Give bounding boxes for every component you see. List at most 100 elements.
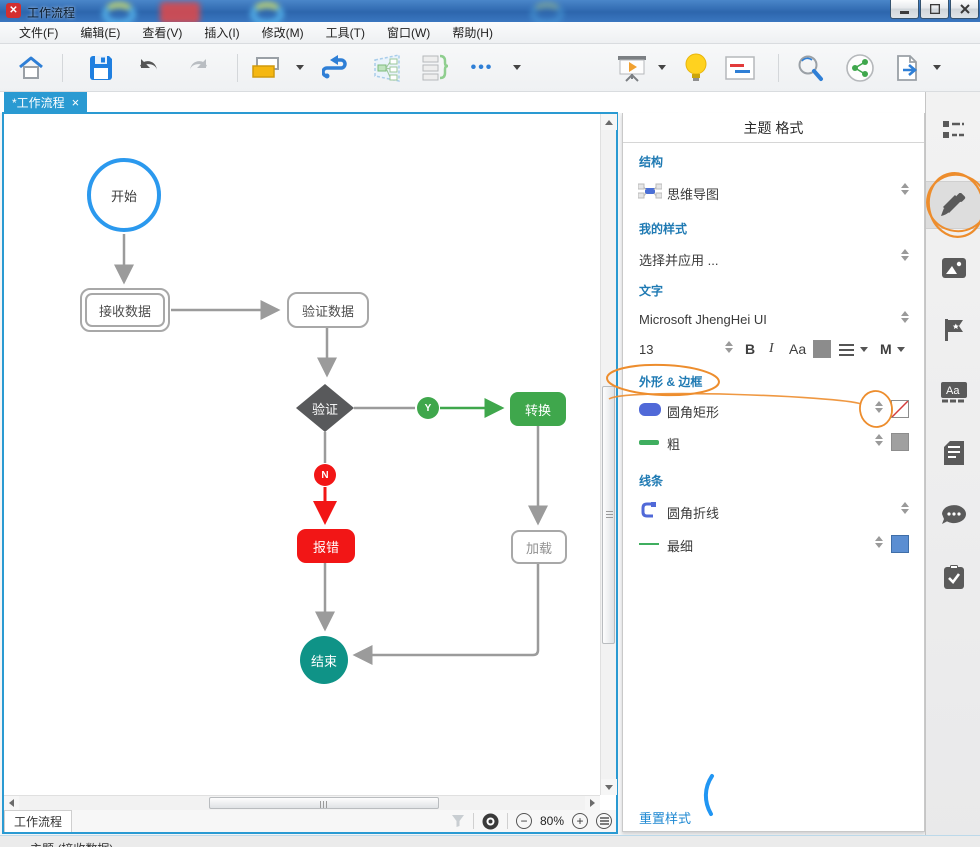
filter-icon[interactable] [451, 814, 465, 828]
align-icon[interactable] [839, 344, 854, 356]
font-name-spinner[interactable] [899, 309, 910, 325]
redo-icon[interactable] [183, 52, 215, 84]
toolbar-separator [778, 54, 779, 82]
edge-label-yes[interactable]: Y [417, 397, 439, 419]
edge-label-text: N [321, 470, 328, 481]
visibility-eye-icon[interactable] [482, 813, 499, 830]
my-styles-value[interactable]: 选择并应用 ... [639, 250, 718, 269]
close-button[interactable] [950, 0, 979, 19]
menu-help[interactable]: 帮助(H) [441, 21, 504, 44]
share-icon[interactable] [844, 52, 876, 84]
shape-value[interactable]: 圆角矩形 [667, 402, 719, 421]
menu-view[interactable]: 查看(V) [131, 21, 193, 44]
save-icon[interactable] [85, 52, 117, 84]
menu-edit[interactable]: 编辑(E) [69, 21, 131, 44]
bold-button[interactable]: B [745, 341, 755, 357]
export-caret[interactable] [933, 65, 941, 70]
line-width-value[interactable]: 最细 [667, 536, 693, 555]
tab-workflow[interactable]: *工作流程 × [4, 92, 87, 113]
flow-node-receive-data[interactable]: 接收数据 [80, 288, 170, 332]
font-case-button[interactable]: Aa [789, 341, 806, 357]
flow-node-load[interactable]: 加载 [511, 530, 567, 564]
shape-spinner[interactable] [873, 399, 884, 415]
zoom-out-button[interactable]: − [516, 813, 532, 829]
sheet-tab-workflow[interactable]: 工作流程 [4, 810, 72, 832]
horizontal-scrollbar[interactable] [4, 795, 600, 810]
structure-spinner[interactable] [899, 181, 910, 197]
sidebar-comments-button[interactable] [926, 491, 980, 539]
document-tab-row: *工作流程 × [0, 92, 980, 113]
presentation-caret[interactable] [658, 65, 666, 70]
vertical-scroll-thumb[interactable] [602, 386, 615, 644]
scroll-right-icon[interactable] [585, 796, 600, 810]
zoom-search-icon[interactable] [794, 52, 826, 84]
my-styles-spinner[interactable] [899, 247, 910, 263]
home-icon[interactable] [15, 52, 47, 84]
zoom-in-button[interactable]: + [572, 813, 588, 829]
menu-insert[interactable]: 插入(I) [193, 21, 250, 44]
font-size-spinner[interactable] [723, 339, 734, 355]
more-icon[interactable]: ••• [466, 52, 498, 84]
diagram-canvas[interactable]: 开始 接收数据 验证数据 验证 转换 报错 加载 结束 Y N 工作 [2, 112, 618, 834]
font-size-value[interactable]: 13 [639, 342, 653, 357]
scroll-down-icon[interactable] [601, 779, 617, 795]
no-fill-swatch[interactable] [891, 400, 909, 418]
line-type-value[interactable]: 圆角折线 [667, 503, 719, 522]
line-type-spinner[interactable] [899, 500, 910, 516]
topic-shape-icon[interactable] [251, 52, 283, 84]
menu-window[interactable]: 窗口(W) [376, 21, 441, 44]
sidebar-outline-button[interactable] [926, 106, 980, 154]
sidebar-label-button[interactable]: Aa [926, 369, 980, 417]
font-color-swatch[interactable] [813, 340, 831, 358]
canvas-menu-button[interactable] [596, 813, 612, 829]
tab-close-icon[interactable]: × [72, 95, 80, 110]
edge-label-no[interactable]: N [314, 464, 336, 486]
sidebar-marker-button[interactable] [926, 306, 980, 354]
boundary-icon[interactable] [371, 52, 403, 84]
sidebar-format-brush-button[interactable] [926, 181, 980, 229]
scroll-left-icon[interactable] [4, 796, 19, 810]
flow-node-end[interactable]: 结束 [300, 636, 348, 684]
flow-node-convert[interactable]: 转换 [510, 392, 566, 426]
flow-node-start[interactable]: 开始 [87, 158, 161, 232]
menu-file[interactable]: 文件(F) [8, 21, 69, 44]
presentation-icon[interactable] [616, 52, 648, 84]
more-caret[interactable] [513, 65, 521, 70]
minimize-button[interactable] [890, 0, 919, 19]
horizontal-scroll-thumb[interactable] [209, 797, 439, 809]
structure-value[interactable]: 思维导图 [667, 184, 719, 203]
note-card-icon[interactable] [724, 52, 756, 84]
border-width-spinner[interactable] [873, 432, 884, 448]
relationship-icon[interactable] [322, 52, 354, 84]
scroll-up-icon[interactable] [601, 114, 617, 130]
outline-icon [942, 120, 966, 140]
flow-node-validate-data[interactable]: 验证数据 [287, 292, 369, 328]
italic-button[interactable]: I [769, 341, 774, 357]
diagram-area[interactable]: 开始 接收数据 验证数据 验证 转换 报错 加载 结束 Y N [4, 114, 600, 795]
vertical-scrollbar[interactable] [600, 114, 616, 795]
export-icon[interactable] [892, 52, 924, 84]
comments-icon [941, 504, 967, 526]
reset-style-link[interactable]: 重置样式 [639, 808, 691, 827]
menu-tools[interactable]: 工具(T) [315, 21, 376, 44]
topic-shape-caret[interactable] [296, 65, 304, 70]
numbering-button[interactable]: M [880, 341, 892, 357]
align-caret[interactable] [860, 347, 868, 352]
sidebar-notes-button[interactable] [926, 429, 980, 477]
line-width-spinner[interactable] [873, 534, 884, 550]
undo-icon[interactable] [132, 52, 164, 84]
summary-icon[interactable] [419, 52, 451, 84]
numbering-caret[interactable] [897, 347, 905, 352]
menu-modify[interactable]: 修改(M) [251, 21, 315, 44]
border-width-value[interactable]: 粗 [667, 434, 680, 453]
sidebar-image-button[interactable] [926, 244, 980, 292]
node-label: 转换 [525, 400, 551, 419]
flow-node-error[interactable]: 报错 [297, 529, 355, 563]
border-color-swatch[interactable] [891, 433, 909, 451]
lightbulb-icon[interactable] [680, 52, 712, 84]
separator [507, 813, 508, 829]
sidebar-task-button[interactable] [926, 553, 980, 601]
line-color-swatch[interactable] [891, 535, 909, 553]
maximize-button[interactable] [920, 0, 949, 19]
font-name-value[interactable]: Microsoft JhengHei UI [639, 312, 767, 327]
